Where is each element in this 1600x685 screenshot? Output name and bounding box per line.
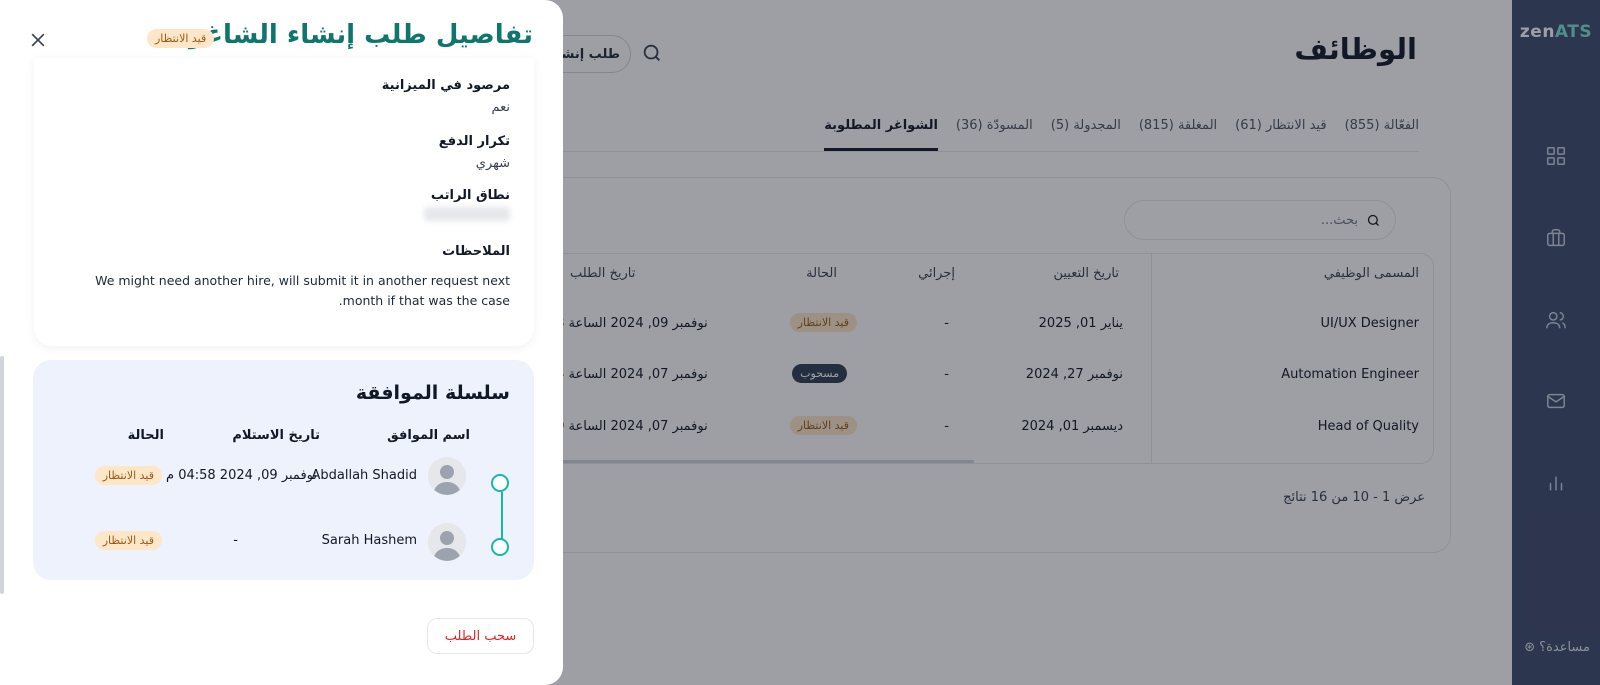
pay-frequency-label: تكرار الدفع	[438, 134, 510, 149]
budgeted-label: مرصود في الميزانية	[381, 78, 510, 93]
salary-range-value-hidden	[424, 207, 510, 221]
approver-name-header: اسم الموافق	[387, 428, 470, 443]
avatar	[428, 523, 466, 561]
drawer-status-badge: قيد الانتظار	[147, 27, 215, 48]
pay-frequency-value: شهري	[475, 156, 510, 171]
approver-2-status-badge: قيد الانتظار	[94, 531, 162, 550]
drawer-scrollbar[interactable]	[0, 356, 4, 594]
budgeted-value: نعم	[491, 100, 510, 115]
received-date-header: تاريخ الاستلام	[232, 428, 320, 443]
approver-1-name: Abdallah Shadid	[311, 468, 418, 483]
notes-label: الملاحظات	[442, 244, 510, 259]
withdraw-request-button[interactable]: سحب الطلب	[427, 618, 534, 654]
drawer-title: تفاصيل طلب إنشاء الشاغر	[189, 20, 533, 50]
approval-step-node	[491, 474, 509, 492]
approver-2-received-date: -	[233, 533, 238, 548]
approver-1-received-date: نوفمبر 09, 2024 04:58 م	[166, 468, 317, 483]
avatar	[428, 457, 466, 495]
approval-chain-card: سلسلة الموافقة اسم الموافق تاريخ الاستلا…	[33, 360, 534, 580]
notes-value: We might need another hire, will submit …	[95, 273, 510, 308]
approval-step-node	[491, 538, 509, 556]
close-icon[interactable]	[28, 30, 52, 54]
approval-connector-line	[501, 492, 503, 540]
request-details-card: مرصود في الميزانية نعم تكرار الدفع شهري …	[34, 58, 534, 346]
approval-chain-title: سلسلة الموافقة	[355, 382, 510, 404]
approver-2-name: Sarah Hashem	[321, 533, 417, 548]
status-header: الحالة	[127, 428, 164, 443]
salary-range-label: نطاق الراتب	[430, 188, 510, 203]
vacancy-request-drawer: تفاصيل طلب إنشاء الشاغر قيد الانتظار مرص…	[0, 0, 563, 685]
approver-1-status-badge: قيد الانتظار	[94, 466, 162, 485]
